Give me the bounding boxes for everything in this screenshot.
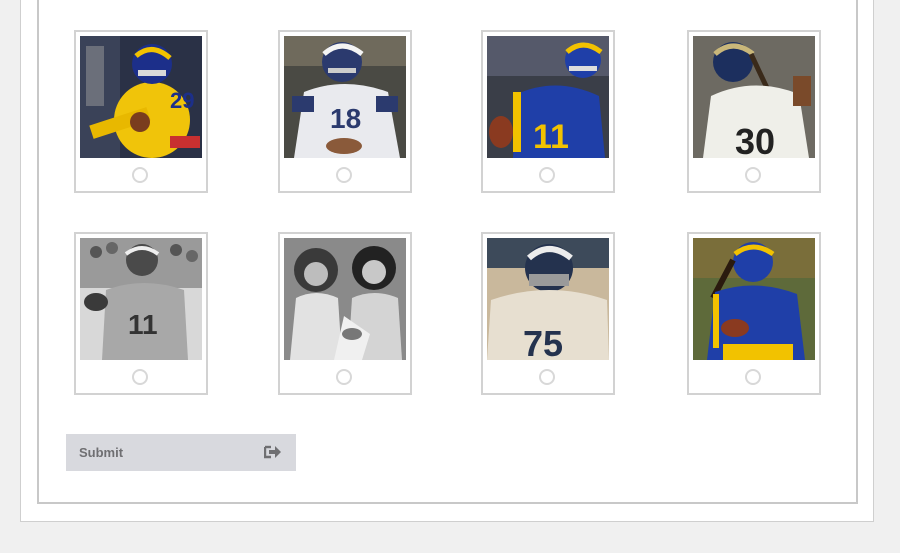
submit-button[interactable]: Submit: [66, 434, 296, 471]
player-photo-1: 29: [80, 36, 202, 158]
option-radio-4[interactable]: [745, 167, 761, 183]
player-photo-7: 75: [487, 238, 609, 360]
jersey-number-3: 11: [533, 118, 569, 156]
option-radio-8[interactable]: [745, 369, 761, 385]
option-card-4[interactable]: 30: [687, 30, 821, 193]
option-radio-6[interactable]: [336, 369, 352, 385]
player-photo-8: [693, 238, 815, 360]
option-card-2[interactable]: 18: [278, 30, 412, 193]
option-radio-3[interactable]: [539, 167, 555, 183]
option-radio-1[interactable]: [132, 167, 148, 183]
option-card-5[interactable]: 11: [74, 232, 208, 395]
option-radio-7[interactable]: [539, 369, 555, 385]
option-card-3[interactable]: 11: [481, 30, 615, 193]
player-photo-2: 18: [284, 36, 406, 158]
jersey-number-1: 29: [170, 88, 194, 113]
player-photo-3: 11: [487, 36, 609, 158]
player-photo-4: 30: [693, 36, 815, 158]
submit-label: Submit: [79, 445, 124, 460]
player-photo-5: 11: [80, 238, 202, 360]
option-card-8[interactable]: [687, 232, 821, 395]
jersey-number-2: 18: [330, 103, 361, 134]
player-photo-6: [284, 238, 406, 360]
option-card-1[interactable]: 29: [74, 30, 208, 193]
jersey-number-4: 30: [735, 121, 775, 158]
option-card-7[interactable]: 75: [481, 232, 615, 395]
sign-in-icon: [264, 445, 281, 459]
option-radio-5[interactable]: [132, 369, 148, 385]
option-radio-2[interactable]: [336, 167, 352, 183]
option-card-6[interactable]: [278, 232, 412, 395]
jersey-number-7: 75: [523, 323, 563, 360]
jersey-number-5: 11: [128, 309, 158, 340]
